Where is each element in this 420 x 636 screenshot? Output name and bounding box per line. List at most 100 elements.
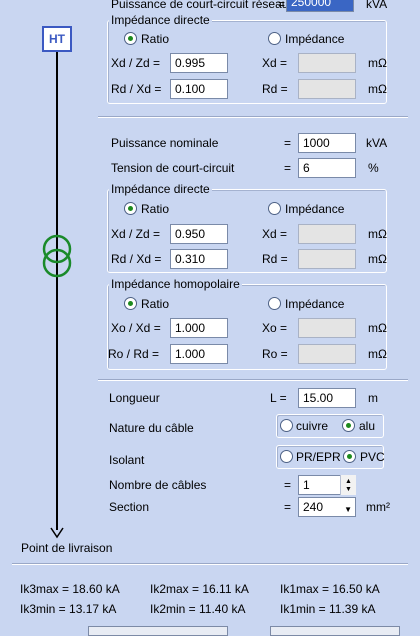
homo-impedance-label[interactable]: Impédance bbox=[285, 297, 344, 311]
homo-xoxd-input[interactable]: 1.000 bbox=[170, 318, 228, 338]
network-impedance-radio[interactable] bbox=[268, 32, 281, 45]
network-rdxd-input[interactable]: 0.100 bbox=[170, 79, 228, 99]
homo-xoxd-label: Xo / Xd = bbox=[111, 321, 161, 335]
cable-length-eq: L = bbox=[270, 391, 287, 405]
transformer-rdxd-input[interactable]: 0.310 bbox=[170, 249, 228, 269]
result-ik1max: Ik1max = 16.50 kA bbox=[280, 582, 380, 596]
ht-node-box: HT bbox=[42, 26, 72, 52]
insul-prepr-radio[interactable] bbox=[280, 450, 293, 463]
transformer-imp-homo-title: Impédance homopolaire bbox=[109, 277, 242, 291]
transformer-ucc-eq: = bbox=[284, 161, 292, 175]
cable-section-eq: = bbox=[284, 500, 292, 514]
bottom-button-left[interactable] bbox=[88, 626, 228, 636]
transformer-power-unit: kVA bbox=[366, 136, 388, 150]
transformer-imp-direct-title: Impédance directe bbox=[109, 182, 212, 196]
transformer-impedance-radio[interactable] bbox=[268, 202, 281, 215]
homo-xo-label: Xo = bbox=[262, 321, 288, 335]
network-impedance-label[interactable]: Impédance bbox=[285, 32, 344, 46]
network-power-input[interactable]: 250000 bbox=[286, 0, 354, 12]
homo-impedance-radio[interactable] bbox=[268, 297, 281, 310]
homo-ratio-radio[interactable] bbox=[124, 297, 137, 310]
homo-ro-input bbox=[298, 344, 356, 364]
transformer-rd-label: Rd = bbox=[262, 252, 288, 266]
result-ik2max: Ik2max = 16.11 kA bbox=[150, 582, 249, 596]
homo-ro-unit: mΩ bbox=[368, 347, 387, 361]
transformer-ratio-label[interactable]: Ratio bbox=[141, 202, 169, 216]
insul-prepr-label[interactable]: PR/EPR bbox=[296, 450, 341, 464]
separator-transformer bbox=[98, 379, 408, 381]
nature-alu-label[interactable]: alu bbox=[359, 419, 375, 433]
insul-pvc-label[interactable]: PVC bbox=[360, 450, 385, 464]
homo-rord-label: Ro / Rd = bbox=[108, 347, 160, 361]
result-ik3max: Ik3max = 18.60 kA bbox=[20, 582, 120, 596]
cable-section-select[interactable]: 240 ▼ bbox=[298, 497, 356, 517]
transformer-rd-input bbox=[298, 249, 356, 269]
network-xdzd-input[interactable]: 0.995 bbox=[170, 53, 228, 73]
transformer-impedance-label[interactable]: Impédance bbox=[285, 202, 344, 216]
transformer-ucc-input[interactable]: 6 bbox=[298, 158, 356, 178]
network-imp-direct-title: Impédance directe bbox=[109, 13, 212, 27]
homo-xo-input bbox=[298, 318, 356, 338]
transformer-ratio-radio[interactable] bbox=[124, 202, 137, 215]
network-xd-label: Xd = bbox=[262, 56, 288, 70]
arrow-down-icon bbox=[50, 527, 64, 542]
transformer-ucc-unit: % bbox=[368, 161, 379, 175]
separator-network bbox=[98, 116, 408, 118]
homo-xo-unit: mΩ bbox=[368, 321, 387, 335]
schematic-line bbox=[56, 52, 58, 530]
transformer-power-input[interactable]: 1000 bbox=[298, 133, 356, 153]
homo-ro-label: Ro = bbox=[262, 347, 288, 361]
network-rd-input bbox=[298, 79, 356, 99]
transformer-power-eq: = bbox=[284, 136, 292, 150]
spin-down-icon[interactable]: ▼ bbox=[345, 486, 352, 493]
transformer-ucc-label: Tension de court-circuit bbox=[111, 161, 235, 175]
network-power-eq: = bbox=[278, 0, 286, 11]
network-rd-label: Rd = bbox=[262, 82, 288, 96]
homo-ratio-label[interactable]: Ratio bbox=[141, 297, 169, 311]
result-ik3min: Ik3min = 13.17 kA bbox=[20, 602, 117, 616]
cable-length-unit: m bbox=[368, 391, 378, 405]
transformer-xdzd-input[interactable]: 0.950 bbox=[170, 224, 228, 244]
transformer-rd-unit: mΩ bbox=[368, 252, 387, 266]
cable-insul-label: Isolant bbox=[109, 453, 145, 467]
delivery-point-label: Point de livraison bbox=[21, 541, 113, 555]
network-ratio-label[interactable]: Ratio bbox=[141, 32, 169, 46]
nature-cuivre-radio[interactable] bbox=[280, 419, 293, 432]
bottom-button-right[interactable] bbox=[270, 626, 400, 636]
cable-section-label: Section bbox=[109, 500, 150, 514]
nature-alu-radio[interactable] bbox=[342, 419, 355, 432]
cable-nature-label: Nature du câble bbox=[109, 421, 194, 435]
transformer-xd-unit: mΩ bbox=[368, 227, 387, 241]
cable-length-input[interactable]: 15.00 bbox=[298, 388, 356, 408]
cable-length-label: Longueur bbox=[109, 391, 160, 405]
network-xd-unit: mΩ bbox=[368, 56, 387, 70]
network-power-unit: kVA bbox=[366, 0, 388, 11]
chevron-down-icon[interactable]: ▼ bbox=[344, 503, 352, 517]
network-power-label: Puissance de court-circuit réseau bbox=[111, 0, 289, 11]
network-rd-unit: mΩ bbox=[368, 82, 387, 96]
cable-section-unit: mm² bbox=[366, 500, 390, 514]
cable-count-value: 1 bbox=[303, 478, 310, 492]
network-xd-input bbox=[298, 53, 356, 73]
insul-pvc-radio[interactable] bbox=[343, 450, 356, 463]
transformer-xdzd-label: Xd / Zd = bbox=[111, 227, 161, 241]
transformer-xd-label: Xd = bbox=[262, 227, 288, 241]
cable-section-value: 240 bbox=[303, 500, 324, 514]
transformer-xd-input bbox=[298, 224, 356, 244]
transformer-icon bbox=[40, 234, 74, 281]
cable-count-eq: = bbox=[284, 478, 292, 492]
transformer-power-label: Puissance nominale bbox=[111, 136, 219, 150]
ht-node-label: HT bbox=[49, 32, 65, 46]
spin-up-icon[interactable]: ▲ bbox=[345, 478, 352, 485]
network-ratio-radio[interactable] bbox=[124, 32, 137, 45]
result-ik2min: Ik2min = 11.40 kA bbox=[150, 602, 246, 616]
network-rdxd-label: Rd / Xd = bbox=[111, 82, 162, 96]
nature-cuivre-label[interactable]: cuivre bbox=[296, 419, 328, 433]
transformer-rdxd-label: Rd / Xd = bbox=[111, 252, 162, 266]
homo-rord-input[interactable]: 1.000 bbox=[170, 344, 228, 364]
separator-results bbox=[12, 563, 408, 565]
cable-count-label: Nombre de câbles bbox=[109, 478, 207, 492]
network-xdzd-label: Xd / Zd = bbox=[111, 56, 161, 70]
cable-count-spinner[interactable]: ▲ ▼ bbox=[340, 475, 356, 495]
result-ik1min: Ik1min = 11.39 kA bbox=[280, 602, 376, 616]
